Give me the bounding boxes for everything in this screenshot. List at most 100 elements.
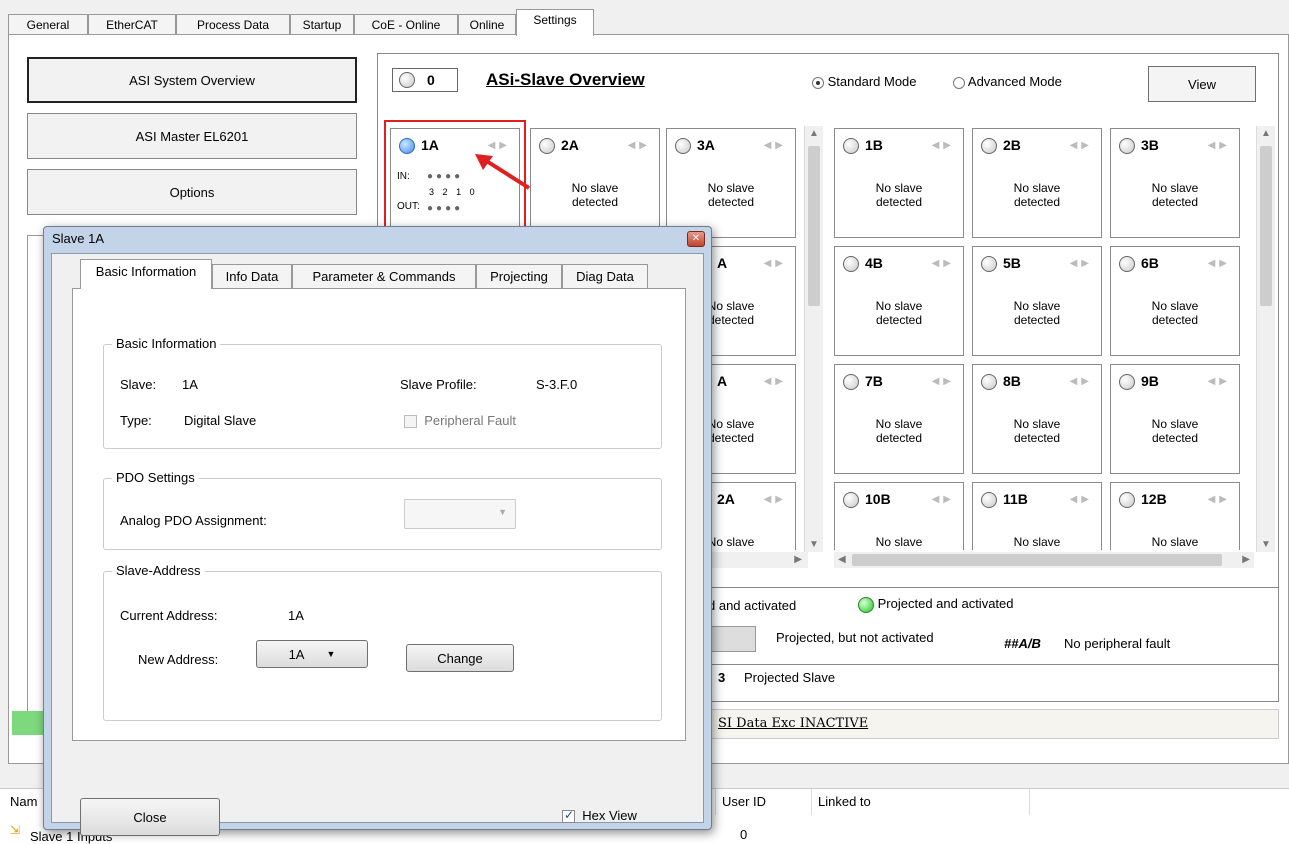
group-title: Slave-Address	[112, 563, 205, 578]
slave-arrows-icon[interactable]: ◀▶	[932, 258, 955, 269]
slave-10b-tile[interactable]: 10B ◀▶ No slave	[834, 482, 964, 550]
slave-arrows-icon[interactable]: ◀▶	[1208, 494, 1231, 505]
pdo-settings-group: PDO Settings Analog PDO Assignment: ▼	[103, 470, 662, 550]
current-address-value: 1A	[288, 608, 304, 623]
slave-12b-tile[interactable]: 12B ◀▶ No slave	[1110, 482, 1240, 550]
tab-online[interactable]: Online	[458, 14, 516, 34]
vertical-scrollbar[interactable]: ▲ ▼	[1256, 126, 1275, 552]
slave-5b-tile[interactable]: 5B ◀▶ No slave detected	[972, 246, 1102, 356]
slave-arrows-icon[interactable]: ◀▶	[932, 376, 955, 387]
radio-selected-icon	[812, 76, 824, 89]
tab-projecting[interactable]: Projecting	[476, 264, 562, 288]
tab-diag-data[interactable]: Diag Data	[562, 264, 648, 288]
scroll-down-icon[interactable]: ▼	[809, 539, 819, 550]
slave-label: A	[717, 255, 728, 271]
tab-coe-online[interactable]: CoE - Online	[354, 14, 458, 34]
slave-arrows-icon[interactable]: ◀▶	[1208, 258, 1231, 269]
red-arrow-icon	[475, 154, 531, 190]
current-address-label: Current Address:	[120, 608, 218, 623]
dialog-title: Slave 1A	[52, 231, 105, 246]
scroll-up-icon[interactable]: ▲	[1261, 128, 1271, 139]
slave-label: 12B	[1141, 491, 1167, 507]
tab-parameter-commands[interactable]: Parameter & Commands	[292, 264, 476, 288]
legend-partial-text: d and activated	[708, 598, 797, 613]
slave-label: 2A	[561, 137, 579, 153]
slave-9b-tile[interactable]: 9B ◀▶ No slave detected	[1110, 364, 1240, 474]
tab-ethercat[interactable]: EtherCAT	[88, 14, 176, 34]
horizontal-scrollbar[interactable]: ◀ ▶	[834, 552, 1254, 568]
slave-arrows-icon[interactable]: ◀▶	[1070, 258, 1093, 269]
scrollbar-thumb[interactable]	[852, 554, 1222, 566]
slave-label: 3A	[697, 137, 715, 153]
slave-3b-tile[interactable]: 3B ◀▶ No slave detected	[1110, 128, 1240, 238]
new-address-label: New Address:	[138, 652, 219, 667]
legend-hash-label: ##A/B	[1004, 636, 1041, 651]
tab-startup[interactable]: Startup	[290, 14, 354, 34]
tab-general[interactable]: General	[8, 14, 88, 34]
master-led-icon	[399, 72, 415, 88]
scroll-right-icon[interactable]: ▶	[794, 554, 802, 565]
slave-led-icon	[981, 374, 997, 391]
slave-label: 10B	[865, 491, 891, 507]
slave-3a-tile[interactable]: 3A ◀▶ No slave detected	[666, 128, 796, 238]
green-led-icon	[858, 596, 874, 613]
slave-arrows-icon[interactable]: ◀▶	[932, 140, 955, 151]
slave-arrows-icon[interactable]: ◀▶	[764, 140, 787, 151]
tab-settings[interactable]: Settings	[516, 9, 594, 36]
tab-info-data[interactable]: Info Data	[212, 264, 292, 288]
close-button[interactable]: Close	[80, 798, 220, 836]
slave-arrows-icon[interactable]: ◀▶	[764, 376, 787, 387]
slave-arrows-icon[interactable]: ◀▶	[1070, 140, 1093, 151]
hex-view-checkbox[interactable]: Hex View	[562, 808, 637, 824]
slave-arrows-icon[interactable]: ◀▶	[628, 140, 651, 151]
legend-projected-slave: Projected Slave	[744, 670, 836, 685]
slave-arrows-icon[interactable]: ◀▶	[1070, 494, 1093, 505]
slave-4b-tile[interactable]: 4B ◀▶ No slave detected	[834, 246, 964, 356]
hex-view-label: Hex View	[582, 808, 637, 823]
options-button[interactable]: Options	[27, 169, 357, 215]
slave-arrows-icon[interactable]: ◀▶	[1208, 140, 1231, 151]
slave-arrows-icon[interactable]: ◀▶	[1208, 376, 1231, 387]
legend-projected-not-activated: Projected, but not activated	[776, 630, 934, 645]
slave-1b-tile[interactable]: 1B ◀▶ No slave detected	[834, 128, 964, 238]
advanced-mode-radio[interactable]: Advanced Mode	[953, 74, 1062, 89]
tab-basic-information[interactable]: Basic Information	[80, 259, 212, 289]
scroll-down-icon[interactable]: ▼	[1261, 539, 1271, 550]
scrollbar-thumb[interactable]	[1260, 146, 1272, 306]
slave-arrows-icon[interactable]: ◀▶	[764, 494, 787, 505]
slave-status: No slave detected	[1013, 417, 1061, 445]
standard-mode-radio[interactable]: Standard Mode	[812, 74, 917, 89]
scroll-left-icon[interactable]: ◀	[838, 554, 846, 565]
scroll-right-icon[interactable]: ▶	[1242, 554, 1250, 565]
slave-11b-tile[interactable]: 11B ◀▶ No slave	[972, 482, 1102, 550]
col-user-id[interactable]: User ID	[716, 789, 812, 815]
slave-value: 1A	[182, 377, 198, 392]
close-icon[interactable]: ✕	[687, 231, 705, 247]
slave-status: No slave	[1151, 535, 1199, 549]
slave-status: No slave detected	[707, 181, 755, 209]
slave-7b-tile[interactable]: 7B ◀▶ No slave detected	[834, 364, 964, 474]
slave-8b-tile[interactable]: 8B ◀▶ No slave detected	[972, 364, 1102, 474]
scrollbar-thumb[interactable]	[808, 146, 820, 306]
asi-system-overview-button[interactable]: ASI System Overview	[27, 57, 357, 103]
slave-label: Slave:	[120, 377, 157, 392]
slave-arrows-icon[interactable]: ◀▶	[764, 258, 787, 269]
slave-label: 8B	[1003, 373, 1021, 389]
tab-process-data[interactable]: Process Data	[176, 14, 290, 34]
slave-6b-tile[interactable]: 6B ◀▶ No slave detected	[1110, 246, 1240, 356]
row-user-id: 0	[740, 827, 748, 842]
scroll-up-icon[interactable]: ▲	[809, 128, 819, 139]
slave-arrows-icon[interactable]: ◀▶	[932, 494, 955, 505]
type-value: Digital Slave	[184, 413, 257, 428]
vertical-scrollbar[interactable]: ▲ ▼	[804, 126, 823, 552]
slave-status: No slave detected	[1013, 299, 1061, 327]
view-button[interactable]: View	[1148, 66, 1256, 102]
slave-2a-tile[interactable]: 2A ◀▶ No slave detected	[530, 128, 660, 238]
slave-arrows-icon[interactable]: ◀▶	[1070, 376, 1093, 387]
col-linked-to[interactable]: Linked to	[812, 789, 1030, 815]
new-address-select[interactable]: 1A ▼	[256, 640, 368, 668]
slave-2b-tile[interactable]: 2B ◀▶ No slave detected	[972, 128, 1102, 238]
analog-pdo-select[interactable]: ▼	[404, 499, 516, 529]
change-button[interactable]: Change	[406, 644, 514, 672]
asi-master-button[interactable]: ASI Master EL6201	[27, 113, 357, 159]
